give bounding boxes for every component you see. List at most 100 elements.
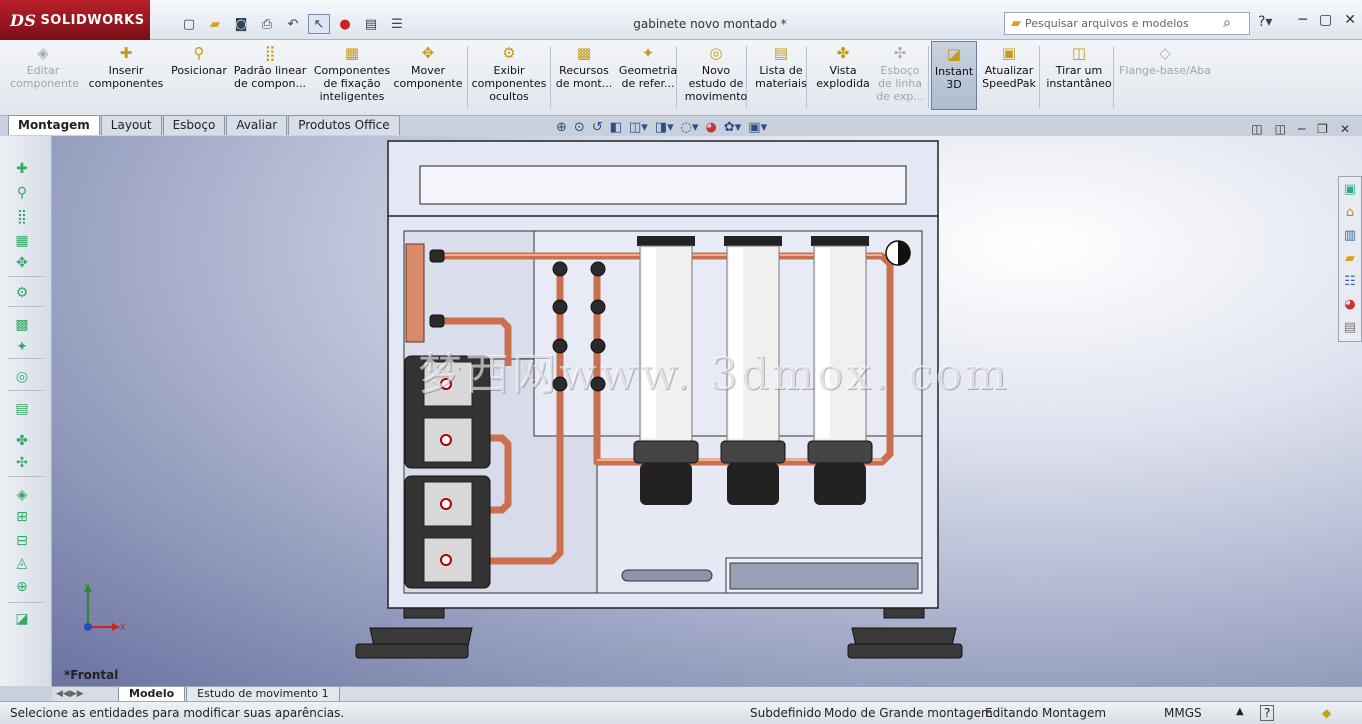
hole-alignment-icon[interactable]: ⊟: [12, 532, 32, 550]
show-hidden-icon: ⚙: [502, 44, 516, 62]
solidworks-logo[interactable]: DS SOLIDWORKS: [0, 0, 150, 40]
section-view-icon[interactable]: ◧: [610, 120, 622, 135]
file-properties-icon[interactable]: ▤: [360, 14, 382, 34]
linear-pattern-icon[interactable]: ⣿: [12, 208, 32, 226]
close-icon[interactable]: ✕: [1344, 12, 1356, 28]
minimize-icon[interactable]: ─: [1299, 12, 1307, 28]
ribbon-button-edit-component[interactable]: ◈ Editar componente: [10, 44, 79, 90]
tab-esboço[interactable]: Esboço: [162, 115, 226, 135]
tab-motion-study[interactable]: Estudo de movimento 1: [186, 686, 340, 702]
ribbon-button-label: Editar componente: [10, 64, 79, 90]
view-orientation-icon[interactable]: ◫▾: [629, 120, 648, 135]
design-library-icon[interactable]: ▥: [1339, 224, 1361, 246]
units-selector[interactable]: MMGS: [1164, 706, 1202, 720]
base-flange-icon: ◇: [1159, 44, 1171, 62]
ribbon-button-label: Posicionar: [171, 64, 227, 77]
search-input[interactable]: ▰ Pesquisar arquivos e modelos ⌕: [1004, 12, 1250, 35]
view-orientation-label: *Frontal: [64, 668, 119, 682]
zoom-to-fit-icon[interactable]: ⊕: [556, 120, 567, 135]
hide-show-items-icon[interactable]: ◌▾: [681, 120, 699, 135]
tab-produtos-office[interactable]: Produtos Office: [288, 115, 400, 135]
toolbar-separator: [8, 390, 44, 391]
undo-icon[interactable]: ↶: [282, 14, 304, 34]
ribbon-button-explode-line-sketch[interactable]: ✣ Esboço de linha de exp...: [874, 44, 926, 103]
ribbon-button-reference-geometry[interactable]: ✦ Geometria de refer...: [616, 44, 680, 90]
explode-line-sketch-icon[interactable]: ✣: [12, 454, 32, 472]
move-component-icon[interactable]: ✥: [12, 254, 32, 272]
ribbon-button-move-component[interactable]: ✥ Mover componente: [392, 44, 464, 90]
ribbon-button-snapshot[interactable]: ◫ Tirar um instantâneo: [1044, 44, 1114, 90]
select-pointer-icon[interactable]: ↖: [308, 14, 330, 34]
speedpak-icon: ▣: [1001, 44, 1017, 62]
ribbon-button-label: Esboço de linha de exp...: [876, 64, 924, 103]
solidworks-resources-icon[interactable]: ▣: [1339, 178, 1361, 200]
ribbon-button-motion-study[interactable]: ◎ Novo estudo de movimento: [684, 44, 748, 103]
file-explorer-icon[interactable]: ▰: [1339, 247, 1361, 269]
open-folder-icon[interactable]: ▰: [204, 14, 226, 34]
ribbon-button-assembly-features[interactable]: ▩ Recursos de mont...: [554, 44, 614, 90]
toolbar-separator: [8, 476, 44, 477]
appearances-icon[interactable]: ◕: [1339, 293, 1361, 315]
measure-icon[interactable]: ◬: [12, 554, 32, 572]
ribbon-button-bom[interactable]: ▤ Lista de materiais: [754, 44, 808, 90]
search-icon[interactable]: ⌕: [1223, 15, 1231, 31]
viewport-minimize-icon[interactable]: ─: [1298, 122, 1305, 136]
rebuild-status-icon[interactable]: ◆: [1322, 706, 1331, 720]
tab-layout[interactable]: Layout: [100, 115, 162, 135]
save-icon[interactable]: ◙: [230, 14, 252, 34]
new-document-icon[interactable]: ▢: [178, 14, 200, 34]
assembly-features-icon[interactable]: ▩: [12, 316, 32, 334]
clearance-icon[interactable]: ⊞: [12, 508, 32, 526]
insert-components-icon[interactable]: ✚: [12, 160, 32, 178]
bom-icon[interactable]: ▤: [12, 400, 32, 418]
units-dropdown-icon[interactable]: ▲: [1236, 706, 1244, 717]
ribbon-button-instant3d[interactable]: ◪ Instant 3D: [931, 41, 977, 110]
maximize-icon[interactable]: ▢: [1319, 12, 1332, 28]
expand-icon[interactable]: ◫: [1251, 122, 1262, 136]
ribbon-button-smart-fasteners[interactable]: ▦ Componentes de fixação inteligentes: [310, 44, 394, 103]
help-status-icon[interactable]: ?: [1260, 705, 1275, 721]
ribbon-button-insert-components[interactable]: ✚ Inserir componentes: [84, 44, 168, 90]
tab-scroll-arrows[interactable]: ◀◀▶▶: [52, 689, 118, 699]
viewport-restore-icon[interactable]: ❐: [1317, 122, 1328, 136]
tab-avaliar[interactable]: Avaliar: [226, 115, 288, 135]
ribbon-button-show-hidden[interactable]: ⚙ Exibir componentes ocultos: [470, 44, 548, 103]
mate-icon[interactable]: ⚲: [12, 184, 32, 202]
linear-pattern-icon: ⣿: [264, 44, 276, 62]
assembly-model[interactable]: [52, 136, 1362, 686]
zoom-to-area-icon[interactable]: ⊙: [574, 120, 585, 135]
ribbon-button-base-flange[interactable]: ◇ Flange-base/Aba: [1116, 44, 1214, 77]
apply-scene-icon[interactable]: ✿▾: [724, 120, 741, 135]
custom-properties-icon[interactable]: ▤: [1339, 316, 1361, 338]
ribbon-button-linear-pattern[interactable]: ⣿ Padrão linear de compon...: [230, 44, 310, 90]
reference-geometry-icon[interactable]: ✦: [12, 338, 32, 356]
viewport-close-icon[interactable]: ✕: [1340, 122, 1350, 136]
collapse-icon[interactable]: ◫: [1275, 122, 1286, 136]
print-icon[interactable]: ⎙: [256, 14, 278, 34]
ribbon-button-label: Lista de materiais: [755, 64, 807, 90]
home-icon[interactable]: ⌂: [1339, 201, 1361, 223]
smart-fasteners-icon[interactable]: ▦: [12, 232, 32, 250]
status-editing: Editando Montagem: [985, 706, 1107, 720]
view-settings-icon[interactable]: ▣▾: [748, 120, 767, 135]
edit-appearance-icon[interactable]: ◕: [706, 120, 717, 135]
motion-study-icon[interactable]: ◎: [12, 368, 32, 386]
exploded-view-icon[interactable]: ✤: [12, 432, 32, 450]
tab-model[interactable]: Modelo: [118, 686, 186, 702]
window-controls: ─ ▢ ✕: [1299, 12, 1356, 28]
mass-properties-icon[interactable]: ⊕: [12, 578, 32, 596]
display-style-icon[interactable]: ◨▾: [655, 120, 674, 135]
interference-icon[interactable]: ◈: [12, 486, 32, 504]
show-hidden-icon[interactable]: ⚙: [12, 284, 32, 302]
help-icon[interactable]: ?▾: [1258, 14, 1272, 30]
ribbon-button-speedpak[interactable]: ▣ Atualizar SpeedPak: [982, 44, 1036, 90]
options-icon[interactable]: ☰: [386, 14, 408, 34]
instant3d-icon[interactable]: ◪: [12, 610, 32, 628]
view-palette-icon[interactable]: ☷: [1339, 270, 1361, 292]
graphics-area[interactable]: [52, 136, 1362, 686]
previous-view-icon[interactable]: ↺: [592, 120, 603, 135]
ribbon-button-mate[interactable]: ⚲ Posicionar: [168, 44, 230, 77]
rebuild-traffic-light-icon[interactable]: ●: [334, 14, 356, 34]
tab-montagem[interactable]: Montagem: [8, 115, 100, 135]
ribbon-button-exploded-view[interactable]: ✤ Vista explodida: [814, 44, 872, 90]
